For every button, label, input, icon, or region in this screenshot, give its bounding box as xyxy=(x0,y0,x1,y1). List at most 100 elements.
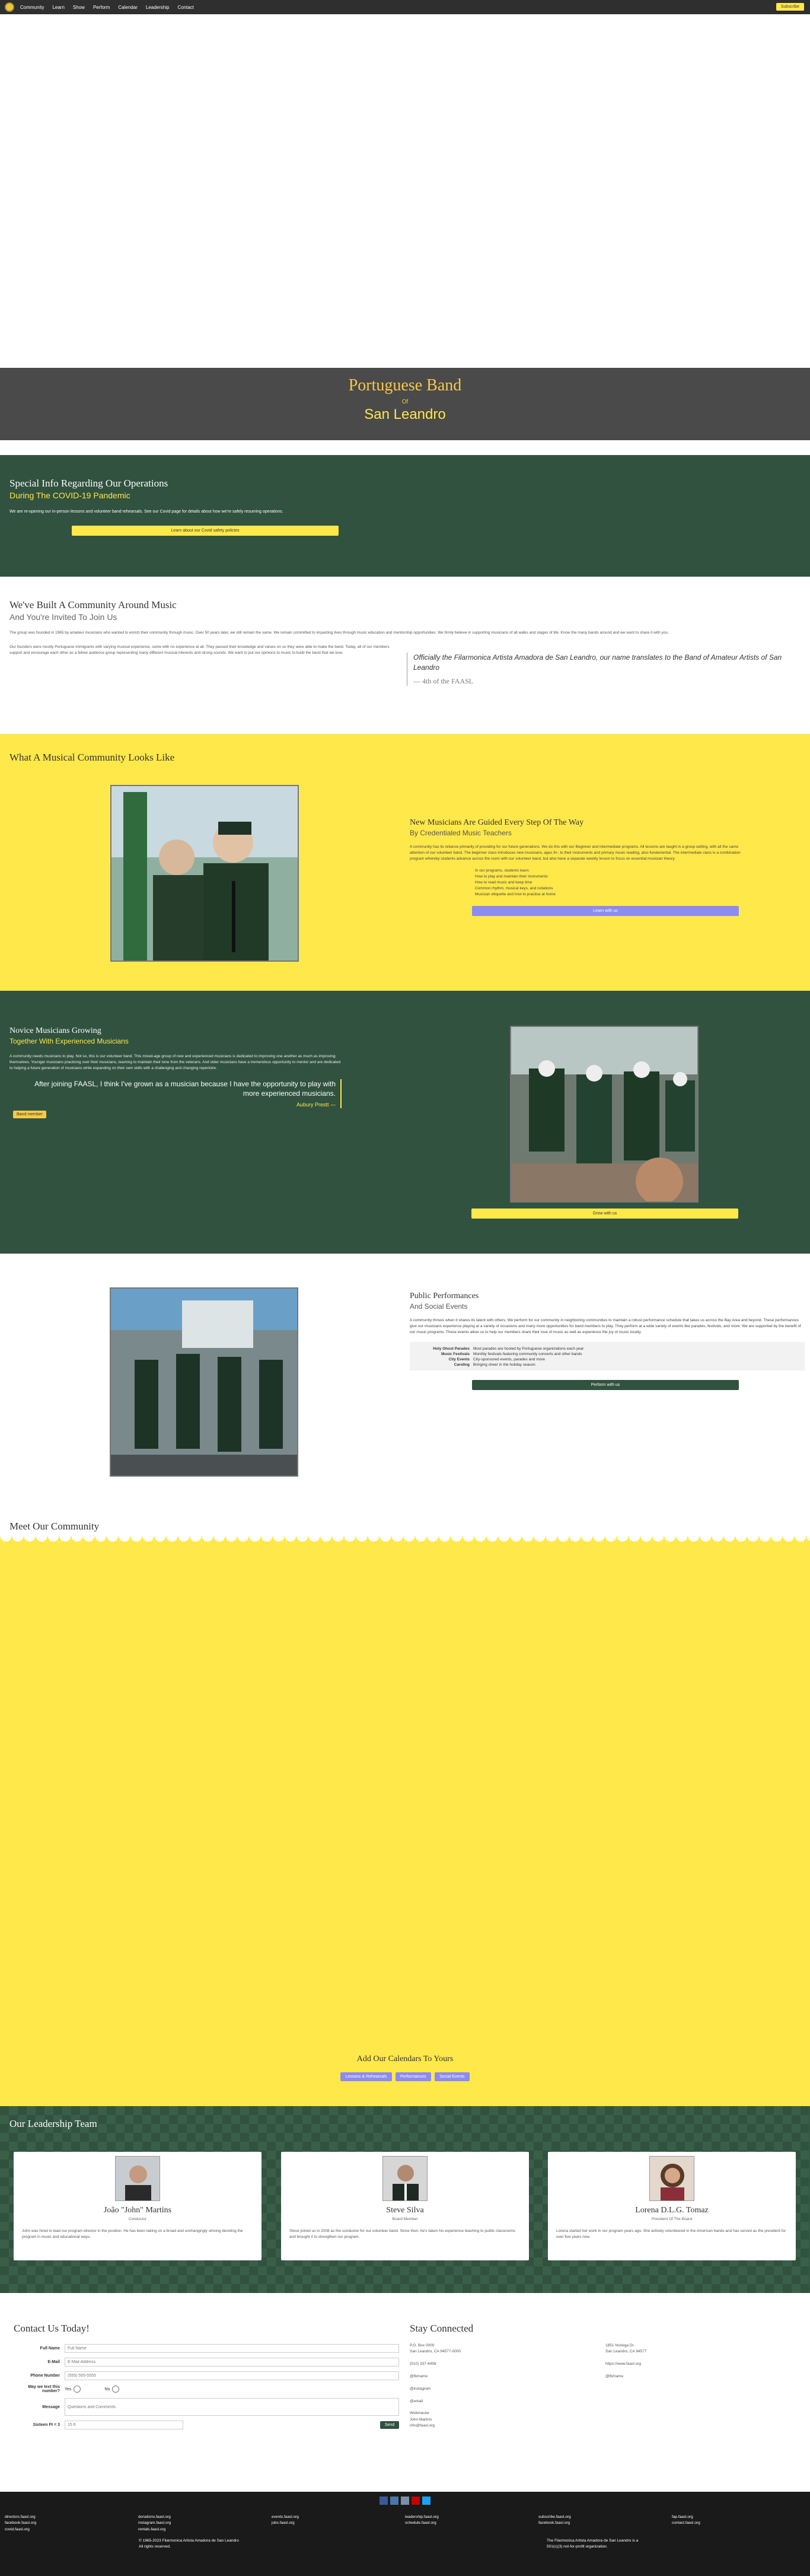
leadership-section: Our Leadership Team João "John" Martins … xyxy=(0,2106,810,2293)
covid-title: Special Info Regarding Our Operations xyxy=(9,478,168,489)
footer-link[interactable]: fap.faasl.org xyxy=(672,2514,805,2520)
social-link-icon[interactable] xyxy=(412,2497,420,2505)
footer-link[interactable]: instagram.faasl.org xyxy=(138,2520,272,2526)
nav-show[interactable]: Show xyxy=(73,5,85,10)
phone-input[interactable] xyxy=(65,2371,399,2380)
event-row: Caroling Bringing cheer in the holiday se… xyxy=(413,1363,801,1367)
full-name-label: Full Name xyxy=(40,2346,60,2351)
no-option[interactable]: No xyxy=(104,2387,110,2391)
event-row-value: Most parades are hosted by Portuguese or… xyxy=(473,1347,584,1351)
social-link-icon[interactable] xyxy=(422,2497,430,2505)
contact-line: San Leandro, CA 94577 xyxy=(605,2349,647,2354)
stay-columns: P.O. Box 0000 San Leandro, CA 94577-0000 … xyxy=(410,2343,801,2429)
footer-link[interactable]: facebook.faasl.org xyxy=(5,2520,138,2526)
young-musicians-image xyxy=(111,786,298,961)
copyright: © 1965-2023 Filarmonica Artista Amadora … xyxy=(139,2538,239,2550)
social-link-icon[interactable] xyxy=(390,2497,398,2505)
footer-link[interactable]: jobs.faasl.org xyxy=(272,2520,405,2526)
social-link-icon[interactable] xyxy=(380,2497,388,2505)
nav-perform[interactable]: Perform xyxy=(93,5,110,10)
meet-community-header: Meet Our Community xyxy=(0,1515,810,1544)
footer-link[interactable]: schedule.faasl.org xyxy=(405,2520,538,2526)
avatar xyxy=(382,2156,428,2201)
subscribe-button[interactable]: Subscribe xyxy=(776,3,804,11)
quote-author: — 4th of the FAASL xyxy=(413,676,474,685)
leader-bio: John was hired to lead our program direc… xyxy=(22,2229,243,2239)
quote-text: Officially the Filarmonica Artista Amado… xyxy=(413,653,782,672)
footer-link[interactable]: contact.faasl.org xyxy=(672,2520,805,2526)
footer: directors.faasl.org facebook.faasl.org cov… xyxy=(0,2510,810,2576)
footer-link[interactable]: directors.faasl.org xyxy=(5,2514,138,2520)
title-banner: Portuguese Band Of San Leandro xyxy=(0,368,810,440)
lessons-calendar-button[interactable]: Lessons & Rehearsals xyxy=(340,2072,392,2081)
leadership-title: Our Leadership Team xyxy=(9,2118,97,2129)
yes-radio[interactable] xyxy=(74,2386,81,2393)
footer-link[interactable]: covid.faasl.org xyxy=(5,2527,138,2533)
contact-line xyxy=(605,2368,801,2374)
nav-calendar[interactable]: Calendar xyxy=(118,5,137,10)
novice-section: Novice Musicians Growing Together With E… xyxy=(0,991,810,1254)
footer-link[interactable]: facebook.faasl.org xyxy=(538,2520,672,2526)
text-permission-row: May we text this number? Yes No xyxy=(14,2385,399,2393)
nav-leadership[interactable]: Leadership xyxy=(146,5,170,10)
perform-with-us-button[interactable]: Perform with us xyxy=(472,1380,739,1391)
nav-community[interactable]: Community xyxy=(20,5,44,10)
top-navigation: Community Learn Show Perform Calendar Le… xyxy=(0,0,810,14)
meet-community-title: Meet Our Community xyxy=(9,1521,100,1532)
send-button[interactable]: Send xyxy=(380,2421,399,2429)
footer-column: donations.faasl.org instagram.faasl.org re… xyxy=(138,2514,272,2533)
covid-policy-button[interactable]: Learn about our Covid safety policies xyxy=(72,526,339,536)
captcha-input[interactable] xyxy=(65,2421,183,2429)
covid-text: We are re-opening our in-person lessons … xyxy=(9,510,283,514)
message-input[interactable] xyxy=(65,2398,399,2416)
social-calendar-button[interactable]: Social Events xyxy=(435,2072,470,2081)
spacer xyxy=(0,440,810,455)
nonprofit-line-2: 501(c)(3) not-for-profit organization. xyxy=(547,2545,608,2549)
nav-contact[interactable]: Contact xyxy=(177,5,194,10)
leader-role: President Of The Board xyxy=(651,2217,693,2221)
learn-with-us-button[interactable]: Learn with us xyxy=(472,906,739,917)
leader-card: Lorena D.L.G. Tomaz President Of The Boa… xyxy=(548,2152,796,2260)
event-row-value: City-sponsored events, parades and more xyxy=(473,1357,546,1362)
message-row: Message xyxy=(14,2398,399,2416)
performances-calendar-button[interactable]: Performances xyxy=(396,2072,431,2081)
footer-link[interactable]: events.faasl.org xyxy=(272,2514,405,2520)
banner-city: San Leandro xyxy=(364,406,446,422)
contact-line xyxy=(410,2355,605,2361)
band-logo-icon[interactable] xyxy=(5,2,14,12)
contact-line: 1851 Noriega Dr. xyxy=(605,2343,635,2348)
contact-line xyxy=(410,2405,605,2410)
phone-label: Phone Number xyxy=(30,2374,60,2378)
calendars-title: Add Our Calendars To Yours xyxy=(356,2055,454,2063)
footer-link[interactable]: leadership.faasl.org xyxy=(405,2514,538,2520)
intro-paragraph-2: Our founders were mostly Portuguese immi… xyxy=(9,644,390,655)
grow-with-us-button[interactable]: Grow with us xyxy=(471,1209,738,1219)
footer-column: events.faasl.org jobs.faasl.org xyxy=(272,2514,405,2533)
footer-link[interactable]: subscribe.faasl.org xyxy=(538,2514,672,2520)
social-icons xyxy=(0,2492,810,2510)
leader-bio: Lorena started her work in our program y… xyxy=(556,2229,786,2239)
footer-column: fap.faasl.org contact.faasl.org xyxy=(672,2514,805,2533)
novice-subtitle: Together With Experienced Musicians xyxy=(9,1037,129,1045)
no-radio[interactable] xyxy=(112,2386,120,2393)
contact-section: Contact Us Today! Full Name E-Mail Phone… xyxy=(0,2293,810,2492)
full-name-input[interactable] xyxy=(65,2344,399,2353)
contact-line: P.O. Box 0000 xyxy=(410,2343,435,2348)
band-member-tag: Band member xyxy=(13,1111,46,1118)
performances-section: Public Performances And Social Events A … xyxy=(0,1254,810,1515)
nav-learn[interactable]: Learn xyxy=(52,5,64,10)
event-row-label: Caroling xyxy=(454,1363,470,1367)
email-input[interactable] xyxy=(65,2358,399,2367)
yes-option[interactable]: Yes xyxy=(65,2387,71,2391)
contact-line: @fb/name xyxy=(410,2374,428,2378)
contact-line: John Martins xyxy=(410,2417,432,2422)
contact-line xyxy=(605,2355,801,2361)
social-link-icon[interactable] xyxy=(401,2497,409,2505)
member-quote-text: After joining FAASL, I think I've grown … xyxy=(34,1080,336,1098)
event-row-value: Bringing cheer in the holiday season xyxy=(473,1363,535,1367)
bullet-item: How to read music and keep time xyxy=(475,880,532,885)
footer-link[interactable]: donations.faasl.org xyxy=(138,2514,272,2520)
footer-link[interactable]: rentals.faasl.org xyxy=(138,2527,272,2533)
novice-text: A community needs musicians to play. Not… xyxy=(9,1054,341,1070)
captcha-label: Sixteen Ft = 3 xyxy=(33,2423,60,2427)
